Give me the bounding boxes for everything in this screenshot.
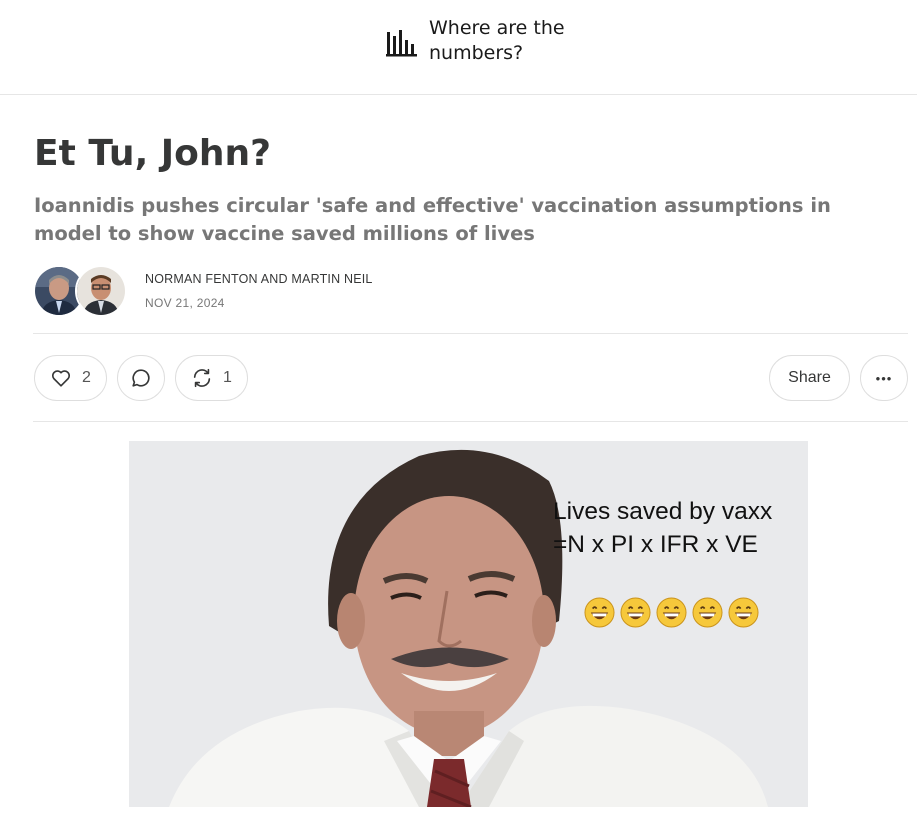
divider-top: [33, 333, 908, 334]
publication-logo-link[interactable]: Where are the numbers?: [385, 16, 569, 66]
divider-bottom: [33, 421, 908, 422]
comment-button[interactable]: [117, 355, 165, 401]
publication-header: Where are the numbers?: [0, 0, 917, 95]
post-date: Nov 21, 2024: [145, 296, 225, 310]
hero-image[interactable]: Lives saved by vaxx =N x PI x IFR x VE: [129, 441, 808, 807]
heart-icon: [52, 370, 71, 387]
avatar-martin-neil[interactable]: [75, 265, 127, 317]
restack-icon: [193, 368, 211, 388]
byline: Norman Fenton and Martin Neil Nov 21, 20…: [145, 272, 373, 310]
post-subtitle: Ioannidis pushes circular 'safe and effe…: [34, 194, 831, 245]
grinning-face-icon: [656, 597, 687, 628]
more-options-button[interactable]: •••: [860, 355, 908, 401]
grinning-face-icon: [584, 597, 615, 628]
author-names[interactable]: Norman Fenton and Martin Neil: [145, 272, 373, 286]
grinning-face-icon: [728, 597, 759, 628]
restack-button[interactable]: 1: [175, 355, 248, 401]
hero-caption-line2: =N x PI x IFR x VE: [553, 531, 758, 558]
more-icon: •••: [875, 370, 893, 386]
grinning-face-icon: [620, 597, 651, 628]
comment-icon: [132, 369, 150, 387]
like-count: 2: [82, 369, 91, 386]
like-button[interactable]: 2: [34, 355, 107, 401]
emoji-row: [584, 597, 759, 628]
bar-chart-icon: [386, 30, 417, 57]
hero-caption-line1: Lives saved by vaxx: [553, 498, 773, 525]
grinning-face-icon: [692, 597, 723, 628]
publication-name: Where are the numbers?: [429, 17, 565, 64]
share-label: Share: [788, 369, 831, 386]
author-avatars: [33, 265, 127, 317]
share-button[interactable]: Share: [769, 355, 850, 401]
post-title: Et Tu, John?: [34, 133, 272, 174]
restack-count: 1: [223, 369, 232, 386]
hero-formula: Lives saved by vaxx =N x PI x IFR x VE: [553, 495, 772, 561]
